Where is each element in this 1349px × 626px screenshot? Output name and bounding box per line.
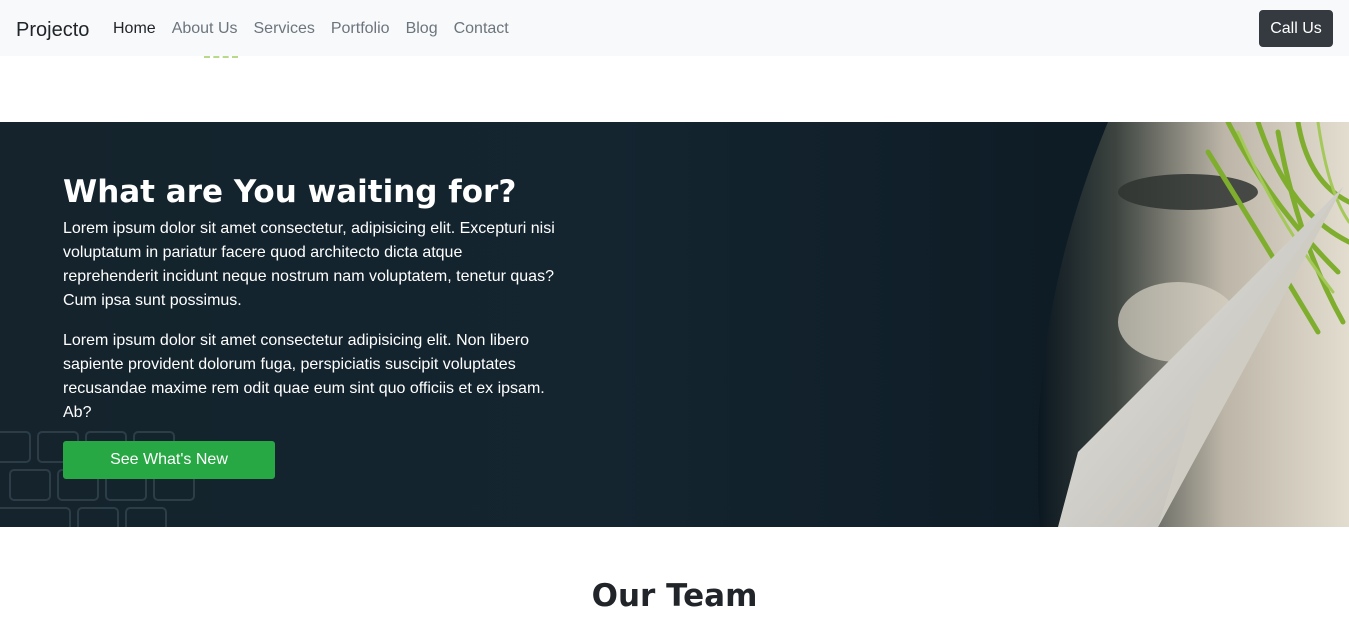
navbar: Projecto Home About Us Services Portfoli… <box>0 0 1349 56</box>
paper-airplane-plant-image <box>1038 122 1349 527</box>
see-whats-new-button[interactable]: See What's New <box>63 441 275 479</box>
cta-paragraph: Lorem ipsum dolor sit amet consectetur, … <box>63 220 555 309</box>
nav-link-about-us[interactable]: About Us <box>172 19 238 39</box>
brand-logo[interactable]: Projecto <box>16 17 89 43</box>
nav-links: Home About Us Services Portfolio Blog Co… <box>113 19 525 39</box>
nav-link-portfolio[interactable]: Portfolio <box>331 19 390 39</box>
cta-title: What are You waiting for? <box>63 174 517 210</box>
nav-link-services[interactable]: Services <box>254 19 315 39</box>
cta-section: What are You waiting for? Lorem ipsum do… <box>0 122 1349 527</box>
team-section-title: Our Team <box>591 578 758 614</box>
call-us-button[interactable]: Call Us <box>1259 10 1333 47</box>
nav-link-contact[interactable]: Contact <box>454 19 509 39</box>
nav-link-home[interactable]: Home <box>113 19 156 39</box>
cta-content: What are You waiting for? Lorem ipsum do… <box>63 172 563 479</box>
cta-paragraph: Lorem ipsum dolor sit amet consectetur a… <box>63 332 545 421</box>
nav-link-blog[interactable]: Blog <box>406 19 438 39</box>
